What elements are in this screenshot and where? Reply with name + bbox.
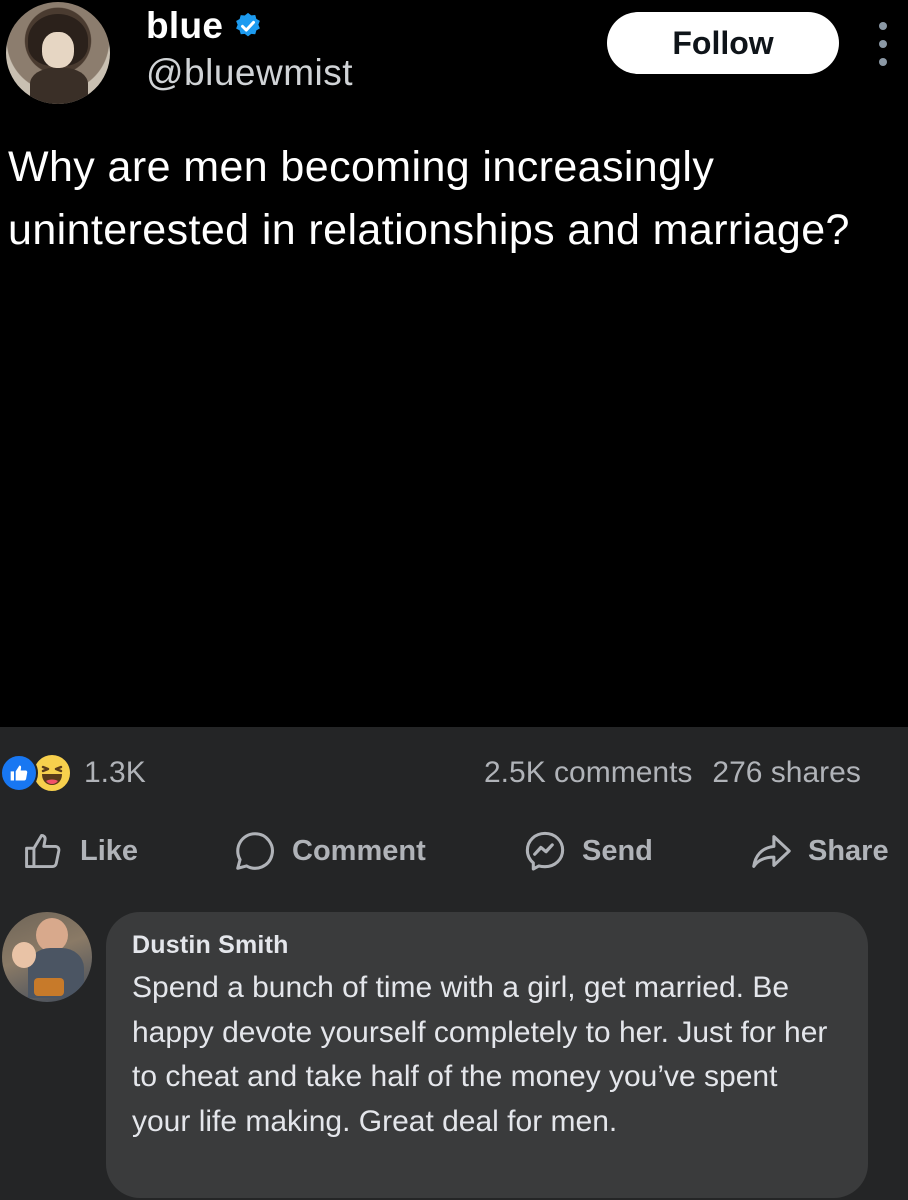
share-label: Share bbox=[808, 834, 889, 867]
comment-button[interactable]: Comment bbox=[232, 824, 426, 878]
tweet-text: Why are men becoming increasingly uninte… bbox=[8, 143, 850, 254]
post-action-bar: Like Comment Send Share bbox=[0, 824, 908, 878]
tweet-author-avatar[interactable] bbox=[6, 2, 110, 104]
reactions-summary[interactable]: 1.3K bbox=[0, 750, 146, 796]
send-label: Send bbox=[582, 834, 653, 867]
tweet-author-name[interactable]: blue bbox=[146, 5, 223, 47]
haha-reaction-icon bbox=[32, 753, 72, 793]
tweet-author-handle[interactable]: @bluewmist bbox=[146, 52, 353, 94]
reaction-count: 1.3K bbox=[84, 756, 146, 789]
embedded-tweet-image: blue @bluewmist Follow Why are men becom… bbox=[0, 0, 908, 727]
comment-label: Comment bbox=[292, 834, 426, 867]
post-stats: 2.5K comments 276 shares bbox=[484, 750, 861, 796]
verified-badge-icon bbox=[236, 12, 261, 37]
comment-author-name[interactable]: Dustin Smith bbox=[132, 930, 842, 960]
thumbs-up-icon bbox=[25, 833, 61, 869]
like-button[interactable]: Like bbox=[22, 824, 138, 878]
tweet-author-row: blue bbox=[146, 4, 263, 48]
comment-bubble: Dustin Smith Spend a bunch of time with … bbox=[106, 912, 868, 1198]
send-button[interactable]: Send bbox=[522, 824, 653, 878]
share-button[interactable]: Share bbox=[748, 824, 889, 878]
comment-text: Spend a bunch of time with a girl, get m… bbox=[132, 971, 828, 1138]
shares-count-link[interactable]: 276 shares bbox=[712, 756, 860, 790]
follow-button[interactable]: Follow bbox=[607, 12, 839, 74]
commenter-avatar[interactable] bbox=[2, 912, 92, 1002]
comment-bubble-icon bbox=[236, 832, 274, 870]
like-label: Like bbox=[80, 834, 139, 867]
messenger-icon bbox=[525, 831, 565, 871]
like-reaction-icon bbox=[0, 754, 38, 792]
more-options-icon[interactable] bbox=[876, 22, 890, 66]
share-arrow-icon bbox=[752, 835, 791, 868]
comments-count-link[interactable]: 2.5K comments bbox=[484, 756, 692, 790]
